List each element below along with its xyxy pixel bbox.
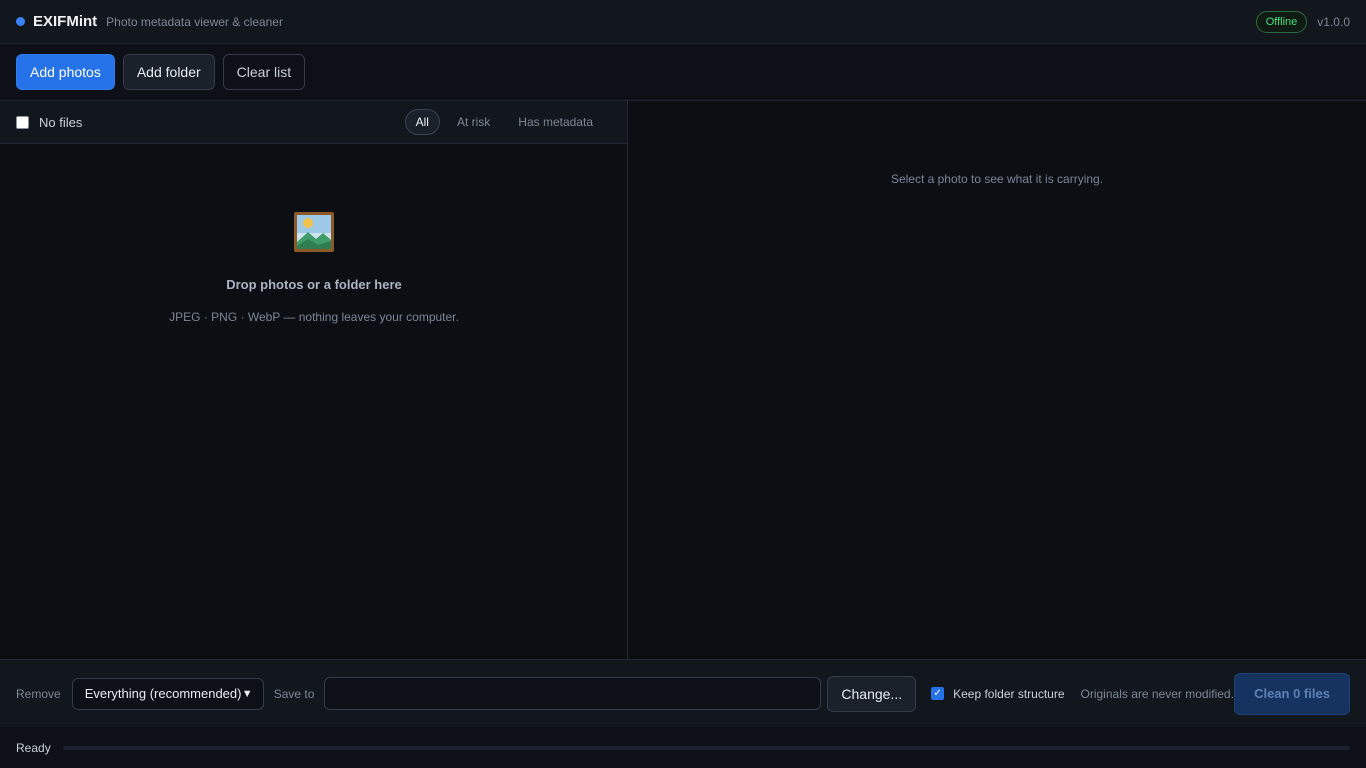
version-label: v1.0.0 <box>1317 14 1350 29</box>
details-panel: Select a photo to see what it is carryin… <box>628 101 1366 659</box>
keep-structure-toggle[interactable]: ✓ Keep folder structure <box>931 686 1065 701</box>
title-bar: EXIFMint Photo metadata viewer & cleaner… <box>0 0 1366 44</box>
file-count-label: No files <box>39 114 83 130</box>
app-name: EXIFMint <box>33 13 98 30</box>
framed-picture-icon <box>294 212 334 252</box>
offline-badge: Offline <box>1255 10 1308 33</box>
add-photos-button[interactable]: Add photos <box>16 54 115 90</box>
save-to-label: Save to <box>273 686 315 701</box>
add-folder-button[interactable]: Add folder <box>122 54 215 90</box>
select-all-checkbox[interactable] <box>16 115 29 129</box>
remove-mode-value: Everything (recommended) <box>84 686 242 701</box>
originals-note: Originals are never modified. <box>1080 686 1234 701</box>
filter-tabs: All At risk Has metadata <box>404 109 611 135</box>
save-to-input[interactable] <box>324 677 822 710</box>
chevron-down-icon: ▼ <box>241 687 253 700</box>
app-window: EXIFMint Photo metadata viewer & cleaner… <box>0 0 1366 768</box>
drop-zone[interactable]: Drop photos or a folder here JPEG · PNG … <box>0 144 628 659</box>
keep-structure-label: Keep folder structure <box>953 686 1065 701</box>
change-folder-button[interactable]: Change... <box>827 675 917 712</box>
details-hint: Select a photo to see what it is carryin… <box>890 172 1104 186</box>
drop-zone-title: Drop photos or a folder here <box>226 277 402 292</box>
filter-at-risk[interactable]: At risk <box>446 109 501 135</box>
app-tagline: Photo metadata viewer & cleaner <box>106 14 283 29</box>
remove-mode-select[interactable]: Everything (recommended) ▼ <box>71 677 264 710</box>
status-dot-icon <box>16 17 25 26</box>
file-list-header: No files All At risk Has metadata <box>0 101 627 144</box>
status-text: Ready <box>16 740 51 755</box>
remove-label: Remove <box>16 686 61 701</box>
progress-bar <box>62 745 1350 750</box>
filter-all[interactable]: All <box>404 109 440 135</box>
status-bar: Ready <box>0 727 1366 768</box>
clean-files-button[interactable]: Clean 0 files <box>1234 672 1350 715</box>
filter-has-metadata[interactable]: Has metadata <box>507 109 604 135</box>
title-right-group: Offline v1.0.0 <box>1255 10 1350 33</box>
keep-structure-checkbox[interactable]: ✓ <box>931 687 945 700</box>
action-bar: Remove Everything (recommended) ▼ Save t… <box>0 659 1366 727</box>
file-list-panel: No files All At risk Has metadata Drop p… <box>0 101 628 659</box>
toolbar: Add photos Add folder Clear list <box>0 44 1366 101</box>
drop-zone-subtitle: JPEG · PNG · WebP — nothing leaves your … <box>169 310 459 324</box>
clear-list-button[interactable]: Clear list <box>222 54 306 90</box>
